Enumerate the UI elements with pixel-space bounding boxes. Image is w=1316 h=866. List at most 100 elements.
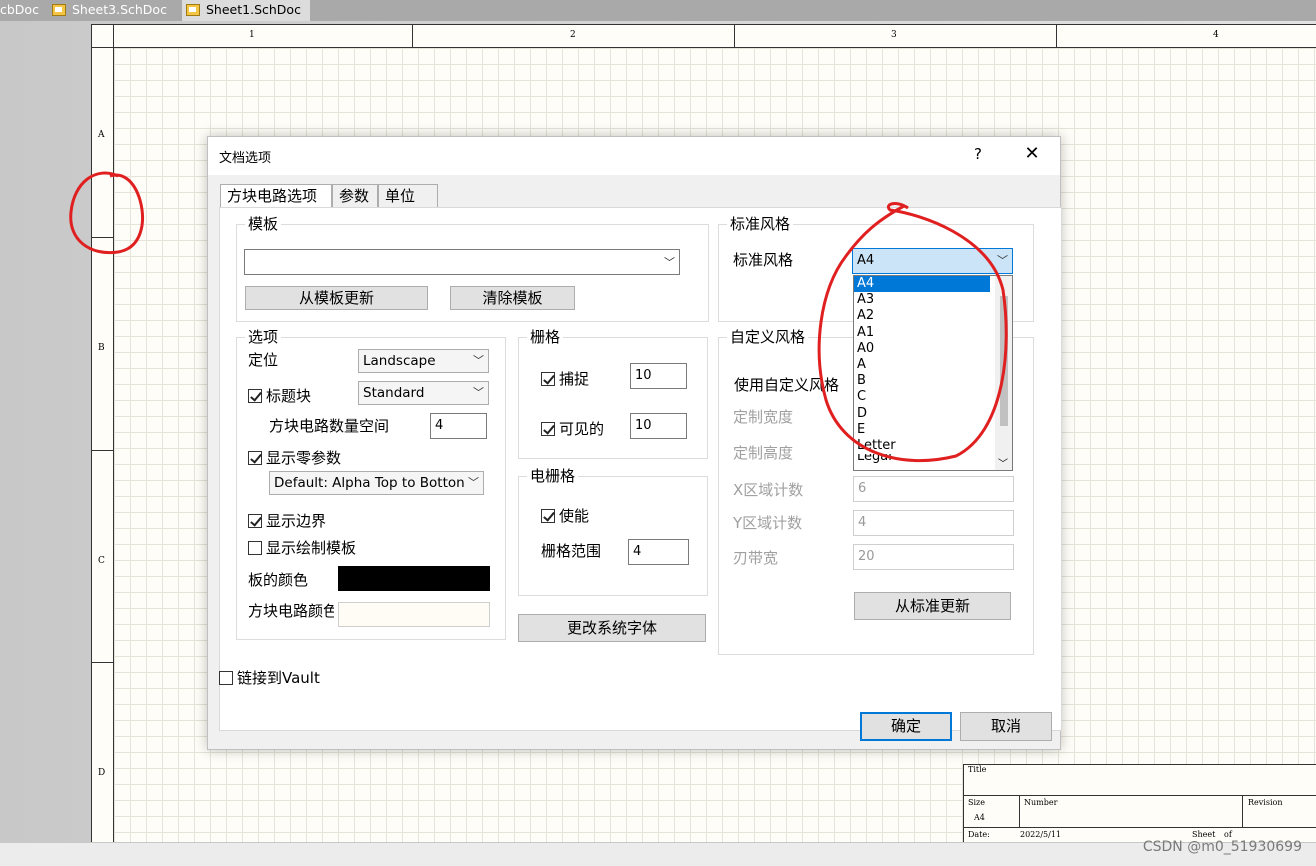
dialog-title: 文档选项 [219,151,272,166]
title-block-title: Title [968,765,987,774]
update-from-template-button[interactable]: 从模板更新 [245,286,428,310]
zone-divider [1056,24,1057,48]
checkbox-icon [248,388,262,403]
change-system-font-button[interactable]: 更改系统字体 [518,614,706,642]
title-block-date-value: 2022/5/11 [1020,830,1062,839]
standard-style-label: 标准风格 [733,251,794,269]
show-border-checkbox[interactable]: 显示边界 [248,510,326,531]
title-block-select[interactable]: Standard ﹀ [358,381,489,405]
dropdown-option[interactable]: E [854,422,990,438]
electrical-grid-enable-label: 使能 [559,507,590,525]
standard-style-dropdown-list[interactable]: A4 A3 A2 A1 A0 A B C D E Letter Legal ﹀ [853,275,1013,471]
checkbox-icon [248,450,262,465]
y-zones-input[interactable]: 4 [853,510,1014,536]
standard-style-select[interactable]: A4 ﹀ [852,248,1013,274]
tab-parameters[interactable]: 参数 [332,184,378,208]
show-zero-params-label: 显示零参数 [266,449,342,467]
sort-order-value: Default: Alpha Top to Botton [274,475,465,491]
dropdown-option[interactable]: A [854,357,990,373]
close-button[interactable]: ✕ [1020,143,1044,164]
zone-divider [91,237,114,238]
dropdown-option[interactable]: A1 [854,325,990,341]
template-group-title: 模板 [245,215,282,233]
use-custom-style-label[interactable]: 使用自定义风格 [734,374,839,395]
tab-units[interactable]: 单位 [378,184,438,208]
doc-tab-label: Sheet3.SchDoc [72,2,167,17]
grid-range-input[interactable]: 4 [628,539,689,565]
orientation-value: Landscape [363,353,436,369]
title-block-number-label: Number [1024,798,1058,807]
chevron-down-icon: ﹀ [997,254,1008,267]
checkbox-icon [248,540,262,555]
dropdown-option[interactable]: B [854,373,990,389]
title-block-date-label: Date: [968,830,990,839]
custom-width-label: 定制宽度 [733,408,794,426]
dropdown-scrollbar[interactable]: ﹀ [995,276,1012,470]
title-block-value: Standard [363,385,425,401]
dialog-titlebar[interactable]: 文档选项 ? ✕ [208,137,1060,175]
update-from-standard-button[interactable]: 从标准更新 [854,592,1011,620]
scrollbar-thumb[interactable] [1000,296,1008,426]
document-tab-bar: cbDoc Sheet3.SchDoc Sheet1.SchDoc [0,0,1316,21]
dropdown-option[interactable]: Legal [854,454,990,464]
title-block-divider [964,795,1316,796]
border-color-swatch[interactable] [338,566,490,591]
cancel-button[interactable]: 取消 [960,712,1052,741]
chevron-down-icon[interactable]: ﹀ [998,455,1008,470]
sheet-color-swatch[interactable] [338,602,490,627]
dropdown-option[interactable]: A3 [854,292,990,308]
zone-row-label: C [98,556,105,566]
snap-grid-checkbox[interactable]: 捕捉 [541,368,589,389]
dropdown-option[interactable]: A2 [854,308,990,324]
dropdown-option[interactable]: C [854,389,990,405]
checkbox-icon [541,371,555,386]
show-template-graphics-label: 显示绘制模板 [266,539,357,557]
checkbox-icon [219,670,233,685]
electrical-grid-enable-checkbox[interactable]: 使能 [541,505,589,526]
border-color-label: 板的颜色 [248,571,309,589]
chevron-down-icon: ﹀ [468,472,479,494]
zone-col-label: 4 [1213,30,1219,40]
template-select[interactable]: ﹀ [244,249,680,275]
visible-grid-checkbox[interactable]: 可见的 [541,418,604,439]
title-block-divider [1242,795,1243,827]
clear-template-button[interactable]: 清除模板 [450,286,575,310]
ok-button[interactable]: 确定 [860,712,952,741]
margin-width-input[interactable]: 20 [853,544,1014,570]
sheet-number-space-input[interactable]: 4 [430,413,487,439]
x-zones-input[interactable]: 6 [853,476,1014,502]
title-block-of-label: of [1224,830,1232,839]
visible-grid-input[interactable]: 10 [630,413,687,439]
dropdown-option[interactable]: D [854,406,990,422]
help-button[interactable]: ? [968,145,988,163]
zone-col-label: 3 [891,30,897,40]
doc-tab-cbdoc[interactable]: cbDoc [0,0,48,21]
dropdown-option[interactable]: A0 [854,341,990,357]
tab-sheet-options[interactable]: 方块电路选项 [220,184,332,208]
show-zero-params-checkbox[interactable]: 显示零参数 [248,447,341,468]
link-to-vault-checkbox[interactable]: 链接到Vault [219,667,320,688]
title-block-divider [964,827,1316,828]
zone-divider [91,662,114,663]
show-template-graphics-checkbox[interactable]: 显示绘制模板 [248,537,356,558]
options-group-title: 选项 [245,328,282,346]
schematic-file-icon [52,4,66,16]
grids-group: 栅格 [518,328,708,459]
dropdown-option[interactable]: A4 [854,276,990,293]
sort-order-select[interactable]: Default: Alpha Top to Botton ﹀ [269,471,484,495]
zone-row-label: D [98,768,106,778]
orientation-select[interactable]: Landscape ﹀ [358,349,489,373]
snap-grid-input[interactable]: 10 [630,363,687,389]
doc-tab-sheet3[interactable]: Sheet3.SchDoc [52,0,178,21]
standard-style-group-title: 标准风格 [727,215,794,233]
custom-style-group-title: 自定义风格 [727,328,809,346]
title-block-size-value: A4 [974,813,985,822]
dropdown-option[interactable]: Letter [854,438,990,454]
doc-tab-sheet1[interactable]: Sheet1.SchDoc [182,0,310,21]
title-block-divider [1019,795,1020,827]
title-block-checkbox[interactable]: 标题块 [248,385,311,406]
doc-tab-label: cbDoc [0,2,39,17]
electrical-grid-group: 电栅格 [518,467,708,596]
zone-divider [734,24,735,48]
checkbox-icon [541,508,555,523]
